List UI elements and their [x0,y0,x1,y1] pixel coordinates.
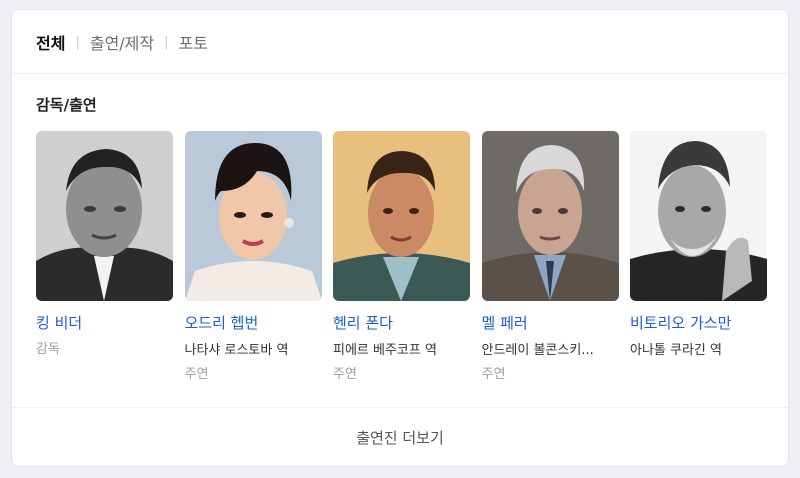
person-role: 나타샤 로스토바 역 [184,343,289,358]
tab-photo[interactable]: 포토 [179,30,208,54]
person-photo-color[interactable] [481,131,619,301]
person-photo-color[interactable] [333,131,470,301]
person-job: 주연 [184,367,209,382]
person-photo-bw[interactable] [630,131,767,301]
person-role: 안드레이 볼콘스키... [481,343,594,358]
person-job: 감독 [36,342,60,357]
person-role: 아나톨 쿠라긴 역 [630,343,722,358]
person-role: 피에르 베주코프 역 [333,343,437,358]
section-title: 감독/출연 [36,96,97,114]
person-card[interactable]: 비토리오 가스만 아나톨 쿠라긴 역 [630,131,767,382]
person-name[interactable]: 비토리오 가스만 [630,312,767,333]
person-photo-color[interactable] [184,131,322,301]
person-job: 주연 [481,367,506,382]
person-card[interactable]: 킹 비더 감독 [36,131,173,382]
person-card[interactable]: 멜 페러 안드레이 볼콘스키... 주연 [481,131,619,382]
person-name[interactable]: 오드리 헵번 [185,312,322,333]
cast-card: 전체 | 출연/제작 | 포토 감독/출연 킹 비더 감독 오드리 헵번 나타샤… [11,9,789,467]
tabs-divider [12,73,788,74]
tab-bar: 전체 | 출연/제작 | 포토 [36,28,208,56]
tab-separator: | [164,34,169,50]
people-list: 킹 비더 감독 오드리 헵번 나타샤 로스토바 역 주연 헨리 폰다 피에르 베… [36,131,767,382]
person-photo-bw[interactable] [36,131,173,301]
person-name[interactable]: 킹 비더 [36,312,173,333]
show-more-cast-button[interactable]: 출연진 더보기 [12,408,788,466]
person-name[interactable]: 멜 페러 [482,312,619,333]
person-card[interactable]: 오드리 헵번 나타샤 로스토바 역 주연 [184,131,322,382]
person-name[interactable]: 헨리 폰다 [333,312,470,333]
tab-cast-crew[interactable]: 출연/제작 [90,30,154,54]
person-card[interactable]: 헨리 폰다 피에르 베주코프 역 주연 [333,131,470,382]
tab-all[interactable]: 전체 [36,30,65,54]
person-job: 주연 [333,367,357,382]
tab-separator: | [75,34,80,50]
